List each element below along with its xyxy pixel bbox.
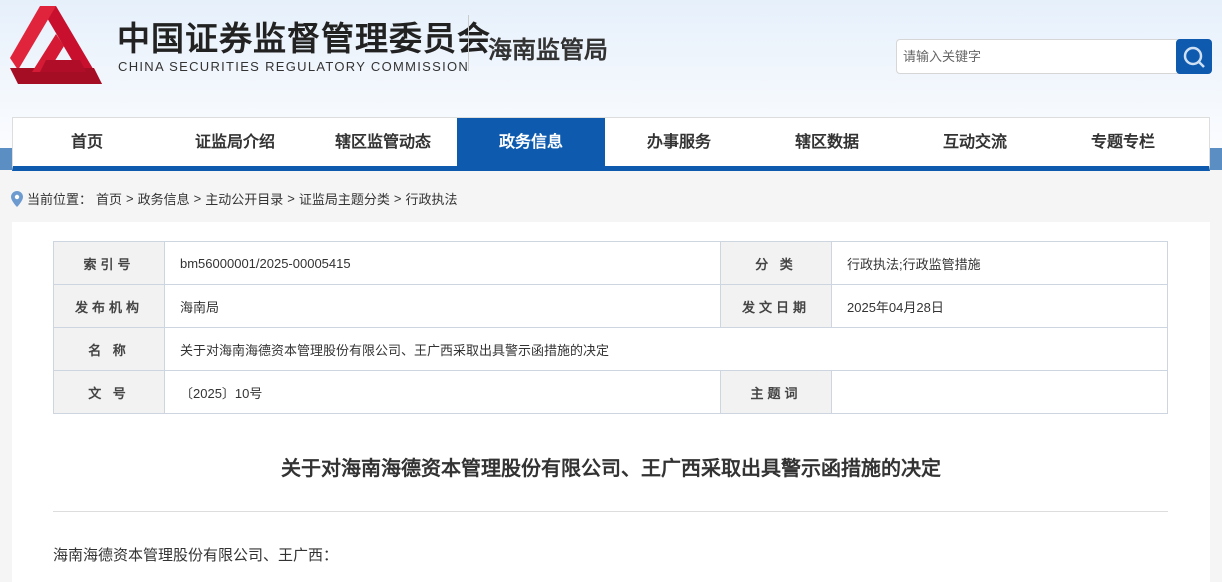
index-label: 索引号 <box>53 241 165 285</box>
breadcrumb-topic[interactable]: 证监局主题分类 <box>299 189 390 208</box>
org-name-cn: 中国证券监督管理委员会 <box>117 20 491 57</box>
name-label: 名 称 <box>53 327 165 371</box>
publisher-value: 海南局 <box>164 284 721 328</box>
breadcrumb-home[interactable]: 首页 <box>96 189 122 208</box>
bureau-name: 海南监管局 <box>488 37 608 64</box>
search-button[interactable] <box>1176 39 1212 74</box>
location-pin-icon <box>11 190 23 207</box>
nav-item-home[interactable]: 首页 <box>13 118 161 166</box>
breadcrumb-sep: > <box>393 191 402 206</box>
breadcrumb-gov-info[interactable]: 政务信息 <box>138 189 190 208</box>
metadata-table: 索引号 bm56000001/2025-00005415 分 类行政执法;行政监管措… <box>53 241 1168 414</box>
nav-item-services[interactable]: 办事服务 <box>605 118 753 166</box>
breadcrumb: 当前位置： 首页 > 政务信息 > 主动公开目录 > 证监局主题分类 > 行政执法 <box>11 189 457 208</box>
nav-item-intro[interactable]: 证监局介绍 <box>161 118 309 166</box>
nav-item-data[interactable]: 辖区数据 <box>753 118 901 166</box>
nav-item-gov-info[interactable]: 政务信息 <box>457 118 605 166</box>
category-value: 行政执法;行政监管措施 <box>831 241 1168 285</box>
search-icon <box>1183 46 1205 68</box>
breadcrumb-catalog[interactable]: 主动公开目录 <box>205 189 283 208</box>
docno-value: 〔2025〕10号 <box>164 370 721 414</box>
breadcrumb-current[interactable]: 行政执法 <box>405 189 457 208</box>
date-label: 发文日期 <box>720 284 832 328</box>
category-label: 分 类 <box>720 241 832 285</box>
name-value: 关于对海南海德资本管理股份有限公司、王广西采取出具警示函措施的决定 <box>164 327 1168 371</box>
breadcrumb-sep: > <box>126 191 134 206</box>
nav-item-interaction[interactable]: 互动交流 <box>901 118 1049 166</box>
publisher-label: 发布机构 <box>53 284 165 328</box>
index-value: bm56000001/2025-00005415 <box>164 241 721 285</box>
main-nav: 首页 证监局介绍 辖区监管动态 政务信息 办事服务 辖区数据 互动交流 专题专栏 <box>12 117 1210 171</box>
nav-item-news[interactable]: 辖区监管动态 <box>309 118 457 166</box>
nav-item-topics[interactable]: 专题专栏 <box>1049 118 1197 166</box>
article-salutation: 海南海德资本管理股份有限公司、王广西： <box>53 547 339 564</box>
breadcrumb-sep: > <box>193 191 202 206</box>
docno-label: 文 号 <box>53 370 165 414</box>
divider <box>53 511 1168 512</box>
content-panel: 索引号 bm56000001/2025-00005415 分 类行政执法;行政监管措… <box>12 222 1210 582</box>
keywords-label: 主题词 <box>720 370 832 414</box>
csrc-logo-icon <box>10 6 102 84</box>
search-input[interactable] <box>896 39 1186 74</box>
breadcrumb-sep: > <box>287 191 295 206</box>
org-name-en: CHINA SECURITIES REGULATORY COMMISSION <box>118 59 470 74</box>
date-value: 2025年04月28日 <box>831 284 1168 328</box>
divider <box>468 15 469 71</box>
article-title: 关于对海南海德资本管理股份有限公司、王广西采取出具警示函措施的决定 <box>281 458 941 480</box>
keywords-value <box>831 370 1168 414</box>
search-box <box>896 39 1212 74</box>
breadcrumb-label: 当前位置： <box>27 192 93 207</box>
